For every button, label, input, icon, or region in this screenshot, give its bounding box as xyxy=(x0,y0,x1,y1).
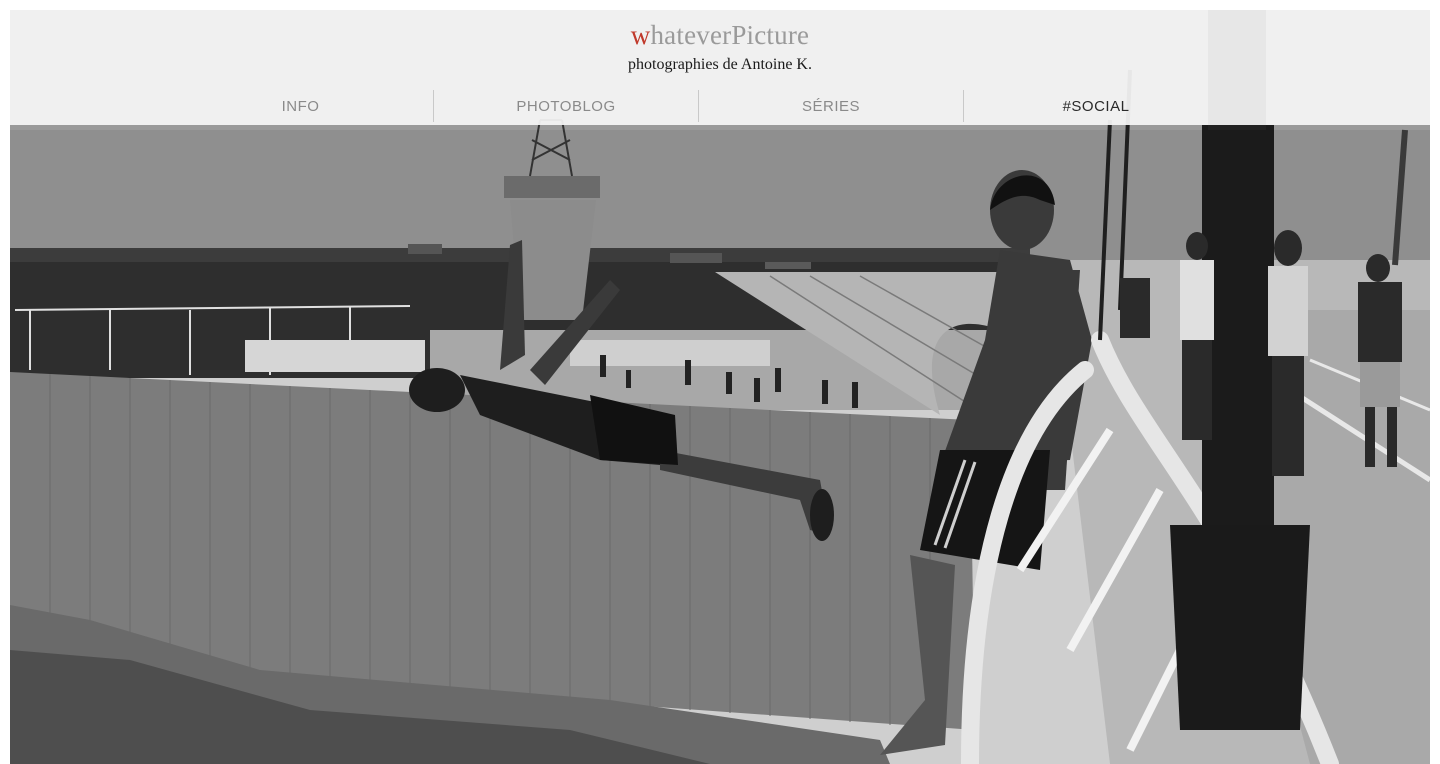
nav-item-series[interactable]: SÉRIES xyxy=(698,90,963,122)
nav-item-photoblog[interactable]: PHOTOBLOG xyxy=(433,90,698,122)
main-nav: INFO PHOTOBLOG SÉRIES #SOCIAL xyxy=(168,90,1230,122)
site-tagline: photographies de Antoine K. xyxy=(628,56,812,73)
logo-initial: w xyxy=(630,20,651,50)
site-header: whateverPicture photographies de Antoine… xyxy=(10,10,1430,125)
nav-item-info[interactable]: INFO xyxy=(168,90,433,122)
page-frame: whateverPicture photographies de Antoine… xyxy=(10,10,1430,764)
logo-wordmark: hateverPicture xyxy=(650,20,810,50)
nav-item-social[interactable]: #SOCIAL xyxy=(963,90,1228,122)
site-logo[interactable]: whateverPicture xyxy=(10,20,1430,51)
